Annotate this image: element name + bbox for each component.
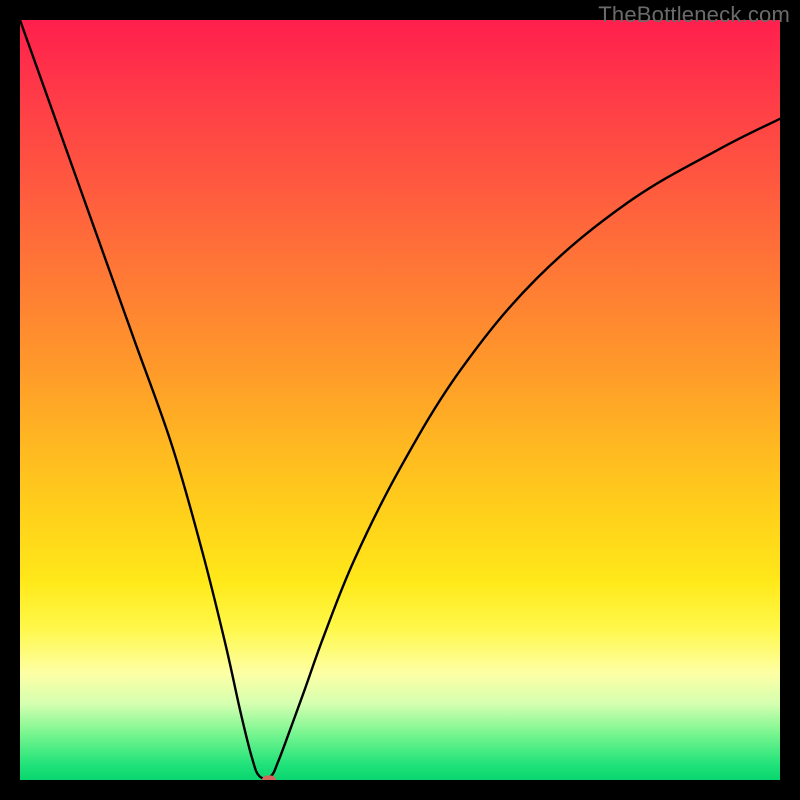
chart-frame: TheBottleneck.com: [0, 0, 800, 800]
plot-area: [20, 20, 780, 780]
bottleneck-curve: [20, 20, 780, 780]
watermark-text: TheBottleneck.com: [598, 2, 790, 28]
minimum-marker: [262, 776, 276, 781]
